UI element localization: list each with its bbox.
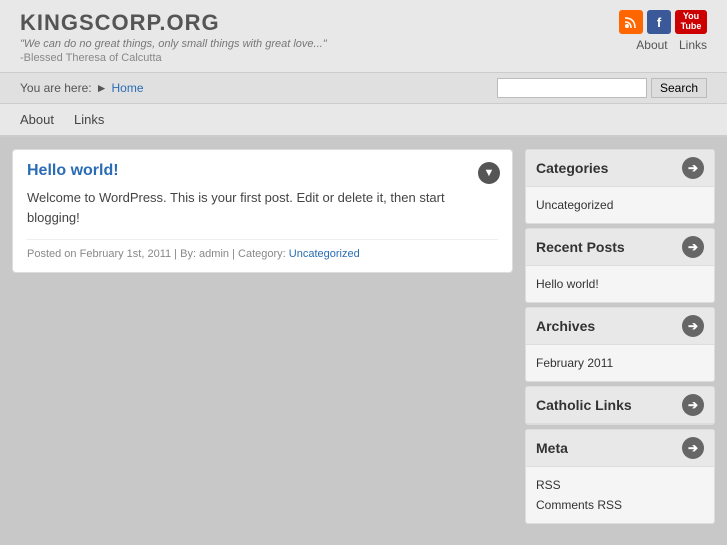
widget-categories: Categories ➔ Uncategorized [525,149,715,224]
widget-item-meta-1[interactable]: Comments RSS [536,495,704,515]
breadcrumb-prefix: You are here: [20,81,92,95]
widget-body-categories: Uncategorized [526,187,714,223]
site-header: KINGSCORP.ORG "We can do no great things… [0,0,727,73]
social-icons: f YouTube [619,10,707,34]
search-form: Search [497,78,707,98]
header-nav: About Links [628,38,707,52]
widget-item-categories-0: Uncategorized [536,195,704,215]
widget-header-meta: Meta ➔ [526,430,714,467]
widget-item-archives-0[interactable]: February 2011 [536,353,704,373]
nav-bar: About Links [0,104,727,137]
widget-body-recent-posts: Hello world! [526,266,714,302]
widget-arrow-catholic-links[interactable]: ➔ [682,394,704,416]
widget-header-archives: Archives ➔ [526,308,714,345]
left-col: Hello world! ▼ Welcome to WordPress. Thi… [12,149,513,524]
header-left: KINGSCORP.ORG "We can do no great things… [20,10,327,64]
about-link[interactable]: About [636,38,667,52]
site-title: KINGSCORP.ORG [20,10,327,36]
widget-title-meta: Meta [536,440,568,456]
widget-title-categories: Categories [536,160,608,176]
widget-catholic-links: Catholic Links ➔ [525,386,715,425]
widget-title-archives: Archives [536,318,595,334]
search-input[interactable] [497,78,647,98]
widget-arrow-recent-posts[interactable]: ➔ [682,236,704,258]
widget-recent-posts: Recent Posts ➔ Hello world! [525,228,715,303]
post-date-prefix: Posted on [27,248,77,260]
widget-arrow-archives[interactable]: ➔ [682,315,704,337]
widget-header-categories: Categories ➔ [526,150,714,187]
widget-arrow-categories[interactable]: ➔ [682,157,704,179]
site-tagline: "We can do no great things, only small t… [20,38,327,50]
widget-body-archives: February 2011 [526,345,714,381]
rss-icon[interactable] [619,10,643,34]
widget-title-recent-posts: Recent Posts [536,239,625,255]
post-title[interactable]: Hello world! [27,162,498,180]
breadcrumb-bar: You are here: ► Home Search [0,73,727,104]
post-meta: Posted on February 1st, 2011 | By: admin… [27,239,498,260]
breadcrumb-home[interactable]: Home [112,81,144,95]
post-body: Welcome to WordPress. This is your first… [27,188,498,227]
widget-title-catholic-links: Catholic Links [536,397,632,413]
nav-about[interactable]: About [20,110,54,129]
widget-meta: Meta ➔ RSSComments RSS [525,429,715,524]
main-content: Hello world! ▼ Welcome to WordPress. Thi… [0,137,727,536]
breadcrumb: You are here: ► Home [20,81,144,95]
post-card: Hello world! ▼ Welcome to WordPress. Thi… [12,149,513,273]
facebook-icon[interactable]: f [647,10,671,34]
post-toggle[interactable]: ▼ [478,162,500,184]
links-link[interactable]: Links [679,38,707,52]
widget-arrow-meta[interactable]: ➔ [682,437,704,459]
site-author: -Blessed Theresa of Calcutta [20,52,327,64]
widget-item-meta-0[interactable]: RSS [536,475,704,495]
header-right: f YouTube About Links [619,10,707,52]
search-button[interactable]: Search [651,78,707,98]
youtube-icon[interactable]: YouTube [675,10,707,34]
post-by: By: admin [180,248,229,260]
post-date: February 1st, 2011 [80,248,172,260]
widget-body-meta: RSSComments RSS [526,467,714,523]
breadcrumb-arrow: ► [96,81,108,95]
nav-links[interactable]: Links [74,110,104,129]
widget-header-catholic-links: Catholic Links ➔ [526,387,714,424]
widget-header-recent-posts: Recent Posts ➔ [526,229,714,266]
post-category-link[interactable]: Uncategorized [289,248,360,260]
right-sidebar: Categories ➔ Uncategorized Recent Posts ➔ Hel… [525,149,715,524]
widget-item-recent-posts-0[interactable]: Hello world! [536,274,704,294]
post-category-label: Category: [238,248,286,260]
widget-archives: Archives ➔ February 2011 [525,307,715,382]
